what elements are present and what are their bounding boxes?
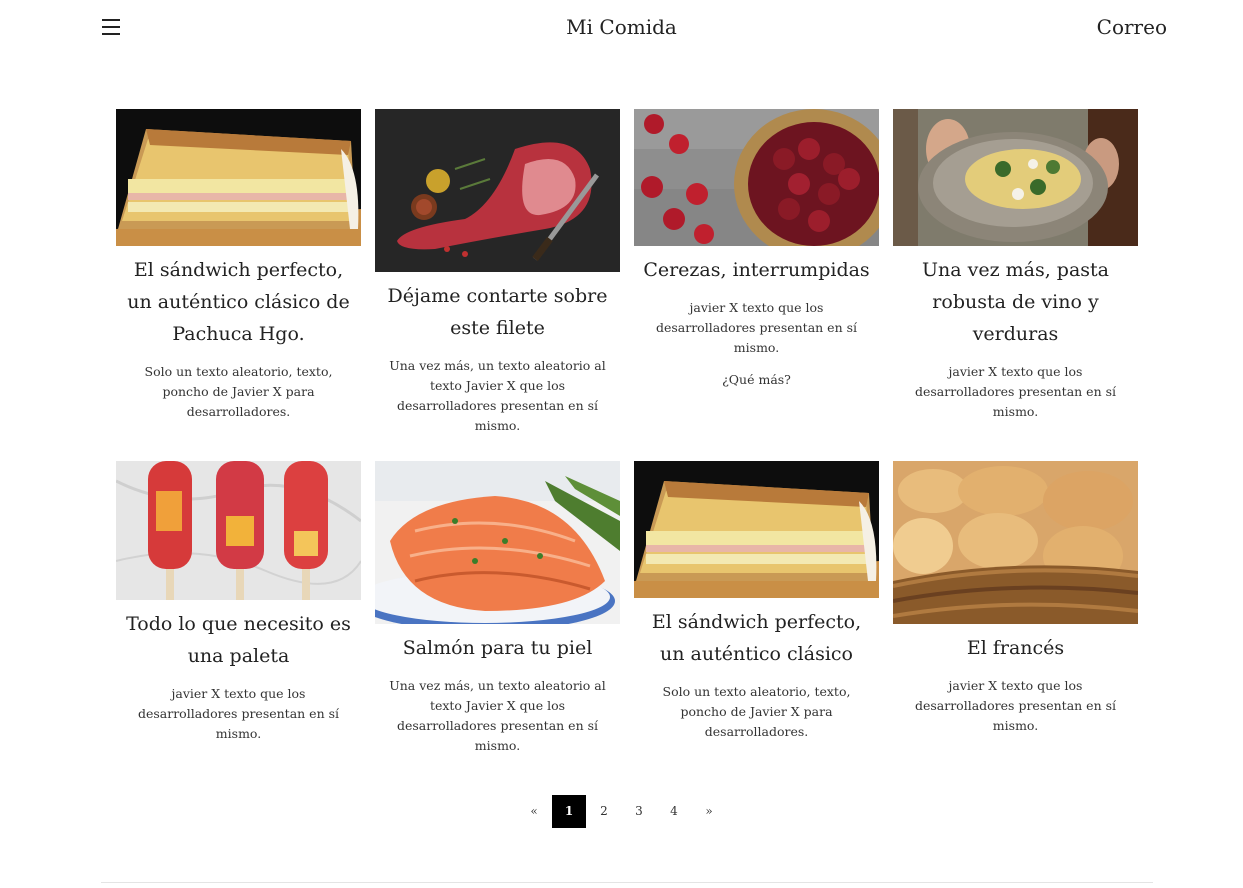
pagination-prev[interactable]: « [517,795,551,828]
post-card[interactable]: Una vez más, pasta robusta de vino y ver… [893,109,1138,461]
site-title[interactable]: Mi Comida [0,14,1243,40]
post-excerpt: javier X texto que los desarrolladores p… [914,364,1117,419]
pagination-page-1[interactable]: 1 [552,795,586,828]
footer-divider [101,882,1153,883]
cherries-image[interactable] [634,109,879,246]
post-title[interactable]: Cerezas, interrumpidas [638,254,875,286]
post-excerpt: javier X texto que los desarrolladores p… [914,678,1117,733]
post-extra-text: ¿Qué más? [722,372,791,387]
post-title[interactable]: Déjame contarte sobre este filete [379,280,616,344]
post-card[interactable]: El sándwich perfecto, un auténtico clási… [634,461,879,791]
post-card[interactable]: Salmón para tu piel Una vez más, un text… [375,461,620,791]
pagination-page-2[interactable]: 2 [587,795,621,828]
post-card[interactable]: El francés javier X texto que los desarr… [893,461,1138,791]
post-title[interactable]: El sándwich perfecto, un auténtico clási… [638,606,875,670]
post-excerpt: Solo un texto aleatorio, texto, poncho d… [144,364,333,419]
pagination-page-3[interactable]: 3 [622,795,656,828]
post-title[interactable]: Una vez más, pasta robusta de vino y ver… [897,254,1134,350]
post-title[interactable]: Todo lo que necesito es una paleta [120,608,357,672]
post-excerpt: Una vez más, un texto aleatorio al texto… [389,678,606,753]
post-title[interactable]: Salmón para tu piel [379,632,616,664]
post-title[interactable]: El sándwich perfecto, un auténtico clási… [120,254,357,350]
pasta-image[interactable] [893,109,1138,246]
post-excerpt: javier X texto que los desarrolladores p… [655,300,858,355]
pagination: « 1 2 3 4 » [0,795,1243,828]
sandwich-image[interactable] [634,461,879,598]
mail-link[interactable]: Correo [1097,14,1167,40]
post-excerpt: Una vez más, un texto aleatorio al texto… [389,358,606,433]
post-grid: El sándwich perfecto, un auténtico clási… [116,109,1138,791]
post-card[interactable]: Cerezas, interrumpidas javier X texto qu… [634,109,879,461]
pagination-page-4[interactable]: 4 [657,795,691,828]
post-card[interactable]: El sándwich perfecto, un auténtico clási… [116,109,361,461]
steak-image[interactable] [375,109,620,272]
bread-image[interactable] [893,461,1138,624]
post-card[interactable]: Déjame contarte sobre este filete Una ve… [375,109,620,461]
post-excerpt: javier X texto que los desarrolladores p… [137,686,340,741]
page: Mi Comida Correo El sándwich perfecto, u… [0,0,1243,888]
popsicles-image[interactable] [116,461,361,600]
sandwich-image[interactable] [116,109,361,246]
post-card[interactable]: Todo lo que necesito es una paleta javie… [116,461,361,791]
pagination-next[interactable]: » [692,795,726,828]
post-excerpt: Solo un texto aleatorio, texto, poncho d… [662,684,851,739]
site-header: Mi Comida Correo [0,0,1243,56]
salmon-image[interactable] [375,461,620,624]
post-title[interactable]: El francés [897,632,1134,664]
